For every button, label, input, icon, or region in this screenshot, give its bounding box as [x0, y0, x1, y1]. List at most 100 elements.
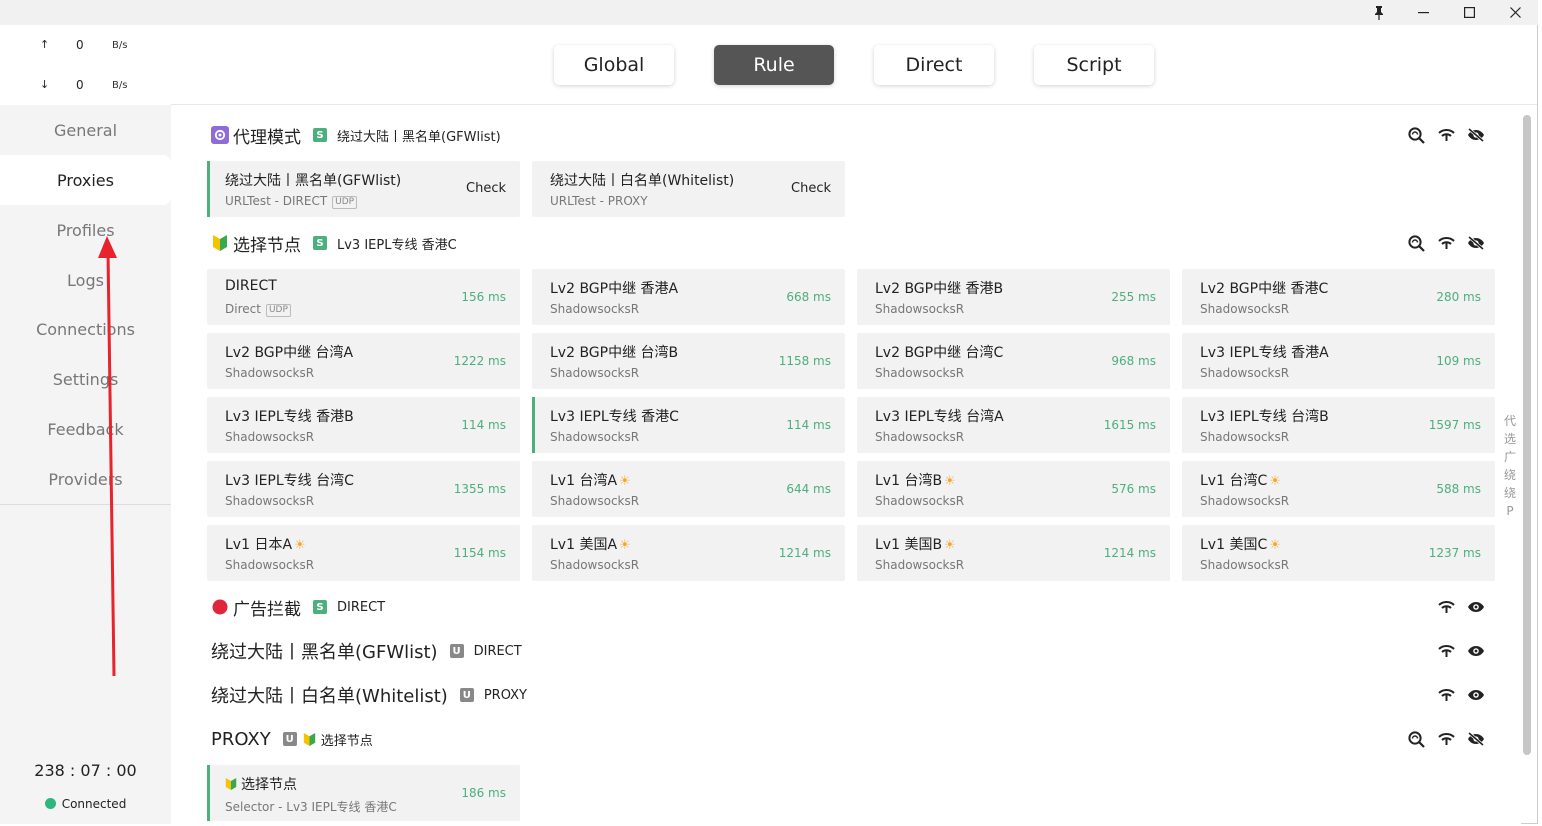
- upload-value: 0: [76, 38, 84, 52]
- proxy-type: ShadowsocksR: [550, 430, 640, 444]
- proxy-card[interactable]: Lv3 IEPL专线 台湾C ShadowsocksR 1355 ms: [207, 461, 520, 517]
- proxy-delay[interactable]: 1222 ms: [454, 354, 506, 368]
- proxy-card[interactable]: Lv1 日本A ☀ ShadowsocksR 1154 ms: [207, 525, 520, 581]
- wifi-icon[interactable]: [1437, 234, 1455, 252]
- proxy-delay[interactable]: 576 ms: [1111, 482, 1156, 496]
- proxy-delay[interactable]: 1214 ms: [779, 546, 831, 560]
- proxy-type: ShadowsocksR: [550, 494, 640, 508]
- nav-feedback[interactable]: Feedback: [0, 404, 171, 454]
- proxy-name: Lv2 BGP中继 台湾A: [225, 345, 354, 361]
- wifi-icon[interactable]: [1437, 686, 1455, 704]
- close-button[interactable]: [1500, 0, 1530, 25]
- mode-rule-button[interactable]: Rule: [714, 45, 834, 85]
- eye-off-icon[interactable]: [1467, 234, 1485, 252]
- minimize-button[interactable]: [1408, 0, 1438, 25]
- proxy-card[interactable]: Lv1 台湾A ☀ ShadowsocksR 644 ms: [532, 461, 845, 517]
- eye-icon[interactable]: [1467, 598, 1485, 616]
- proxy-delay[interactable]: 1597 ms: [1429, 418, 1481, 432]
- proxy-delay[interactable]: 1158 ms: [779, 354, 831, 368]
- nav-settings[interactable]: Settings: [0, 354, 171, 404]
- proxy-delay[interactable]: 1615 ms: [1104, 418, 1156, 432]
- proxy-delay[interactable]: 114 ms: [461, 418, 506, 432]
- proxy-delay[interactable]: 186 ms: [461, 786, 506, 800]
- pin-button[interactable]: [1364, 0, 1394, 25]
- group-index-strip[interactable]: 代 选 广 绕 绕 P: [1502, 412, 1518, 520]
- index-item[interactable]: 绕: [1502, 466, 1518, 484]
- proxy-card[interactable]: Lv2 BGP中继 香港B ShadowsocksR 255 ms: [857, 269, 1170, 325]
- nav-connections[interactable]: Connections: [0, 304, 171, 354]
- title-bar: [0, 0, 1538, 25]
- latency-test-icon[interactable]: [1407, 234, 1425, 252]
- check-button[interactable]: Check: [791, 181, 831, 196]
- proxy-card[interactable]: Lv3 IEPL专线 香港B ShadowsocksR 114 ms: [207, 397, 520, 453]
- nav-providers[interactable]: Providers: [0, 454, 171, 504]
- latency-test-icon[interactable]: [1407, 126, 1425, 144]
- group-header-whitelist[interactable]: 绕过大陆丨白名单(Whitelist) U PROXY: [211, 683, 527, 707]
- maximize-button[interactable]: [1454, 0, 1484, 25]
- proxy-card[interactable]: Lv2 BGP中继 台湾B ShadowsocksR 1158 ms: [532, 333, 845, 389]
- wifi-icon[interactable]: [1437, 642, 1455, 660]
- proxy-card[interactable]: DIRECT Direct UDP 156 ms: [207, 269, 520, 325]
- proxy-delay[interactable]: 644 ms: [786, 482, 831, 496]
- proxy-card[interactable]: Lv2 BGP中继 台湾C ShadowsocksR 968 ms: [857, 333, 1170, 389]
- wifi-icon[interactable]: [1437, 598, 1455, 616]
- proxy-card[interactable]: Lv1 台湾C ☀ ShadowsocksR 588 ms: [1182, 461, 1495, 517]
- group-header-select-node[interactable]: 选择节点 S Lv3 IEPL专线 香港C: [211, 231, 457, 256]
- index-item[interactable]: 广: [1502, 448, 1518, 466]
- selector-badge: S: [313, 236, 327, 250]
- nav-logs[interactable]: Logs: [0, 255, 171, 305]
- proxy-delay[interactable]: 668 ms: [786, 290, 831, 304]
- eye-icon[interactable]: [1467, 642, 1485, 660]
- proxy-card[interactable]: Lv3 IEPL专线 台湾A ShadowsocksR 1615 ms: [857, 397, 1170, 453]
- group-header-ad-block[interactable]: 广告拦截 S DIRECT: [211, 595, 385, 620]
- proxy-delay[interactable]: 588 ms: [1436, 482, 1481, 496]
- eye-off-icon[interactable]: [1467, 126, 1485, 144]
- index-item[interactable]: 选: [1502, 430, 1518, 448]
- index-item[interactable]: P: [1502, 502, 1518, 520]
- proxy-delay[interactable]: 280 ms: [1436, 290, 1481, 304]
- proxy-delay[interactable]: 968 ms: [1111, 354, 1156, 368]
- wifi-icon[interactable]: [1437, 730, 1455, 748]
- nav-general[interactable]: General: [0, 105, 171, 155]
- proxy-card[interactable]: Lv2 BGP中继 台湾A ShadowsocksR 1222 ms: [207, 333, 520, 389]
- proxy-delay[interactable]: 1214 ms: [1104, 546, 1156, 560]
- group-header-gfwlist[interactable]: 绕过大陆丨黑名单(GFWlist) U DIRECT: [211, 639, 522, 663]
- proxy-card[interactable]: Lv1 美国B ☀ ShadowsocksR 1214 ms: [857, 525, 1170, 581]
- latency-test-icon[interactable]: [1407, 730, 1425, 748]
- group-header-proxy-mode[interactable]: 代理模式 S 绕过大陆丨黑名单(GFWlist): [211, 123, 501, 148]
- proxy-card[interactable]: Lv1 美国A ☀ ShadowsocksR 1214 ms: [532, 525, 845, 581]
- nav-profiles[interactable]: Profiles: [0, 205, 171, 255]
- mode-script-button[interactable]: Script: [1034, 45, 1154, 85]
- proxy-card[interactable]: 绕过大陆丨黑名单(GFWlist) URLTest - DIRECT UDP Ch…: [207, 161, 520, 217]
- proxy-delay[interactable]: 114 ms: [786, 418, 831, 432]
- eye-icon[interactable]: [1467, 686, 1485, 704]
- proxy-card[interactable]: Lv3 IEPL专线 香港C ShadowsocksR 114 ms: [532, 397, 845, 453]
- proxy-card[interactable]: Lv1 台湾B ☀ ShadowsocksR 576 ms: [857, 461, 1170, 517]
- nav-proxies[interactable]: Proxies: [0, 155, 171, 205]
- download-arrow-icon: ↓: [40, 78, 50, 91]
- proxy-card[interactable]: 选择节点 Selector - Lv3 IEPL专线 香港C 186 ms: [207, 765, 520, 821]
- proxy-delay[interactable]: 1237 ms: [1429, 546, 1481, 560]
- group-header-proxy[interactable]: PROXY U 选择节点: [211, 727, 373, 751]
- index-item[interactable]: 代: [1502, 412, 1518, 430]
- mode-global-button[interactable]: Global: [554, 45, 674, 85]
- mode-direct-button[interactable]: Direct: [874, 45, 994, 85]
- proxy-card[interactable]: Lv2 BGP中继 香港A ShadowsocksR 668 ms: [532, 269, 845, 325]
- proxy-card[interactable]: Lv3 IEPL专线 香港A ShadowsocksR 109 ms: [1182, 333, 1495, 389]
- proxy-card[interactable]: Lv2 BGP中继 香港C ShadowsocksR 280 ms: [1182, 269, 1495, 325]
- wifi-icon[interactable]: [1437, 126, 1455, 144]
- proxy-delay[interactable]: 156 ms: [461, 290, 506, 304]
- eye-off-icon[interactable]: [1467, 730, 1485, 748]
- index-item[interactable]: 绕: [1502, 484, 1518, 502]
- proxy-card[interactable]: Lv3 IEPL专线 台湾B ShadowsocksR 1597 ms: [1182, 397, 1495, 453]
- proxy-card[interactable]: 绕过大陆丨白名单(Whitelist) URLTest - PROXY Chec…: [532, 161, 845, 217]
- check-button[interactable]: Check: [466, 181, 506, 196]
- proxy-delay[interactable]: 109 ms: [1436, 354, 1481, 368]
- proxy-delay[interactable]: 255 ms: [1111, 290, 1156, 304]
- scrollbar[interactable]: [1523, 115, 1531, 755]
- clash-window: ↑ 0 B/s ↓ 0 B/s General Proxies Profiles…: [0, 0, 1538, 824]
- proxy-delay[interactable]: 1355 ms: [454, 482, 506, 496]
- proxy-delay[interactable]: 1154 ms: [454, 546, 506, 560]
- proxy-card[interactable]: Lv1 美国C ☀ ShadowsocksR 1237 ms: [1182, 525, 1495, 581]
- proxy-type: ShadowsocksR: [225, 430, 315, 444]
